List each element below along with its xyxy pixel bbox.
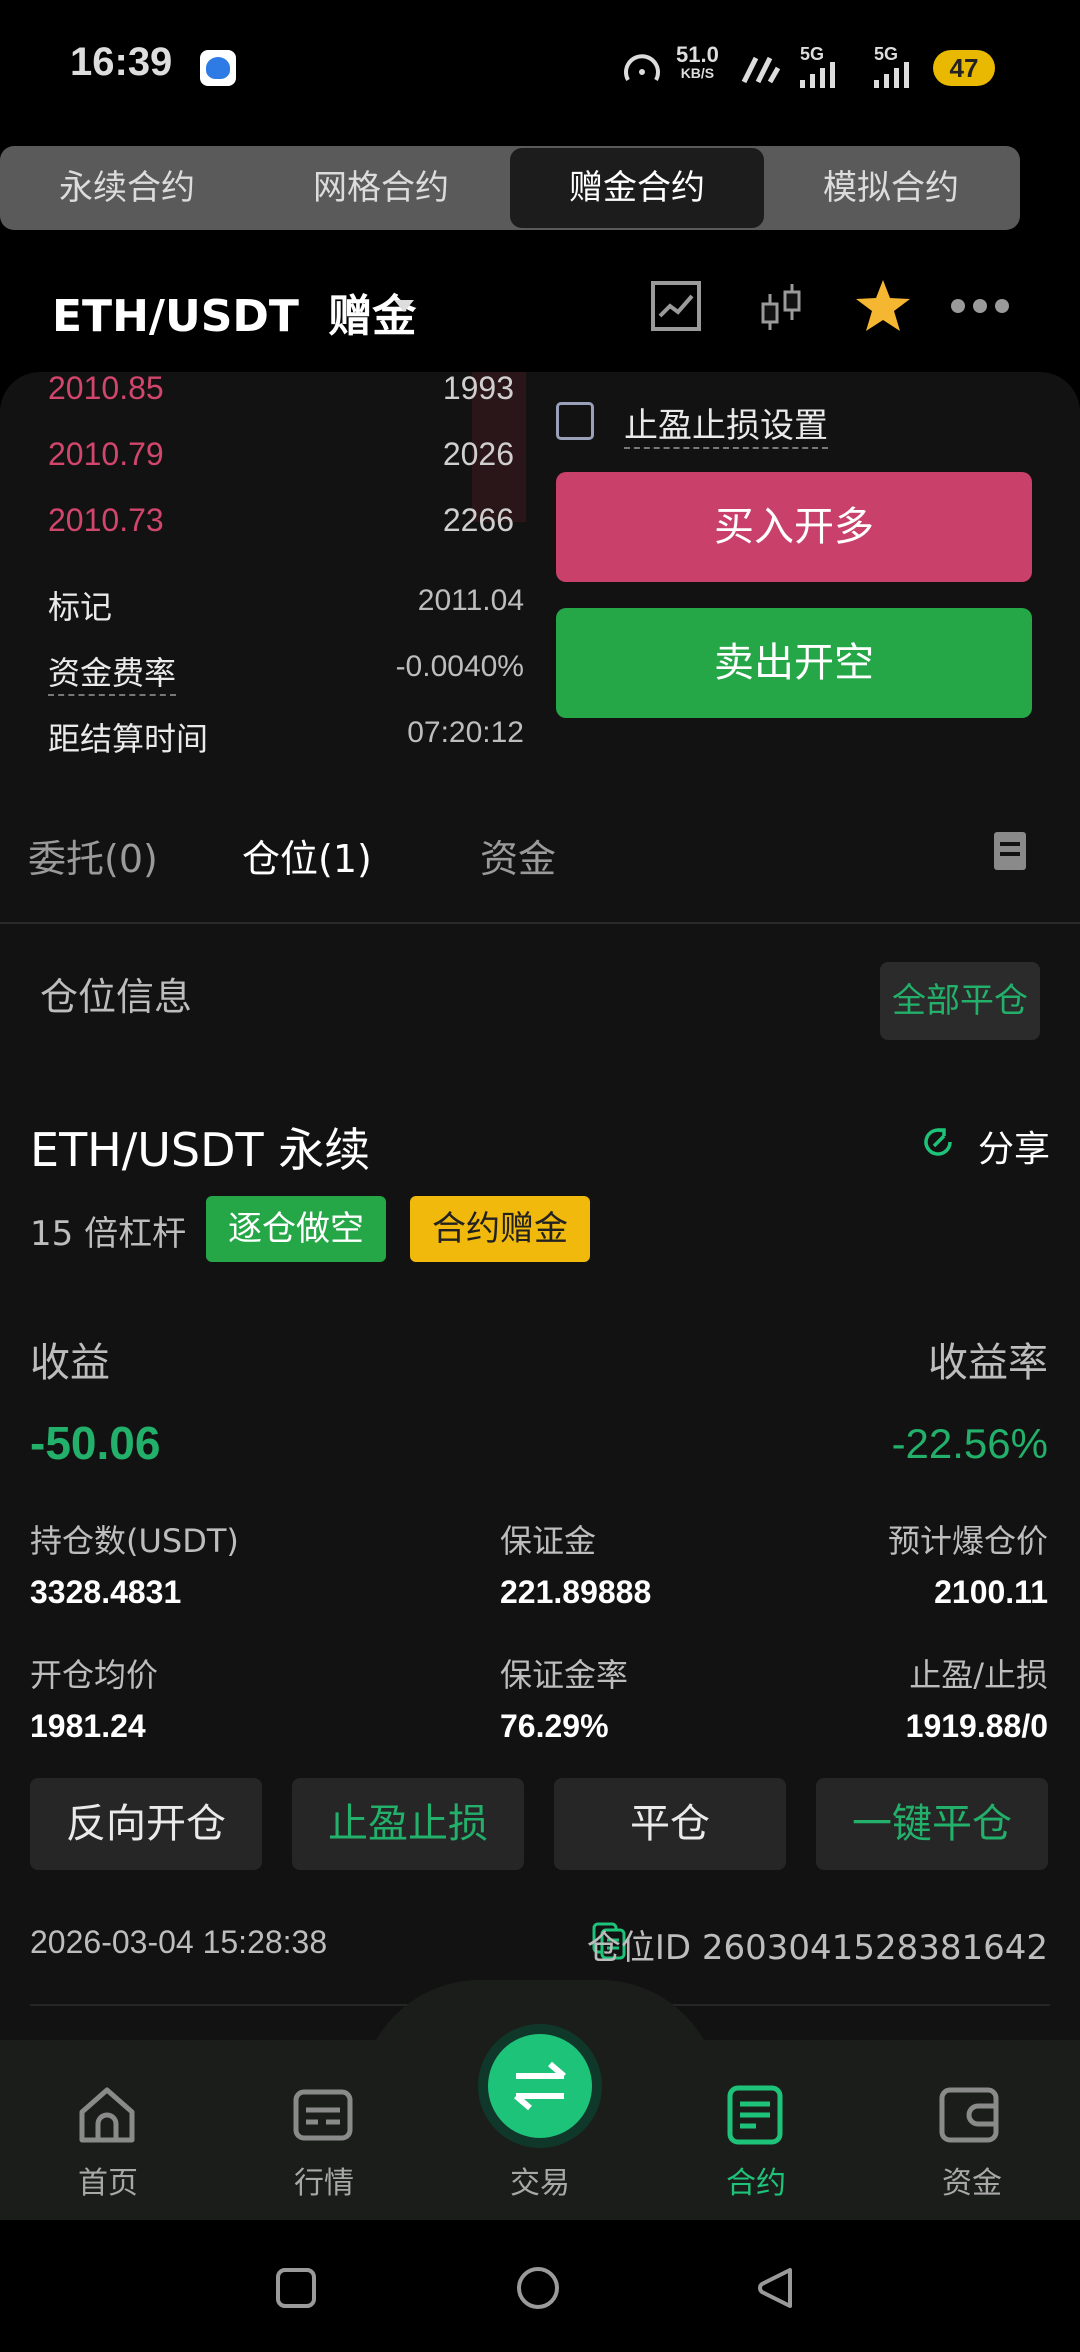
tab-grid[interactable]: 网格合约 <box>254 146 508 230</box>
pnl-value: -50.06 <box>30 1417 161 1469</box>
more-icon[interactable] <box>948 296 1012 316</box>
tab-perpetual[interactable]: 永续合约 <box>0 146 254 230</box>
close-all-button[interactable]: 全部平仓 <box>880 962 1040 1040</box>
margin-label: 保证金 <box>500 1522 597 1560</box>
position-title: ETH/USDT 永续 <box>30 1123 371 1177</box>
ask-qty: 2026 <box>442 436 514 472</box>
home-circle-icon[interactable] <box>514 2264 562 2312</box>
ask-qty: 1993 <box>442 370 514 406</box>
mark-price-label: 标记 <box>48 588 113 626</box>
contract-icon[interactable] <box>724 2084 786 2146</box>
pair-name: ETH/USDT <box>52 291 299 342</box>
signal-1-icon <box>800 62 835 88</box>
nav-assets[interactable]: 资金 <box>902 2158 1042 2202</box>
star-icon[interactable] <box>854 278 912 334</box>
liq-price-label: 预计爆仓价 <box>887 1522 1048 1560</box>
entry-price-label: 开仓均价 <box>30 1656 159 1694</box>
wallet-icon[interactable] <box>938 2084 1000 2146</box>
share-button[interactable]: 分享 <box>978 1120 1050 1172</box>
nav-home[interactable]: 首页 <box>38 2158 178 2202</box>
signal-2-icon <box>874 62 909 88</box>
isolated-short-badge: 逐仓做空 <box>206 1196 386 1262</box>
back-icon[interactable] <box>754 2264 798 2312</box>
roe-value: -22.56% <box>891 1420 1048 1467</box>
status-bar: 16:39 51.0 KB/S 5G 5G 47 <box>0 0 1080 140</box>
tpsl-label: 止盈/止损 <box>909 1656 1048 1694</box>
battery-indicator: 47 <box>933 50 995 86</box>
funding-rate-value: -0.0040% <box>395 650 524 683</box>
liq-price-value: 2100.11 <box>934 1574 1048 1610</box>
mark-price-value: 2011.04 <box>417 584 524 617</box>
status-time: 16:39 <box>70 40 173 84</box>
margin-ratio-label: 保证金率 <box>500 1656 629 1694</box>
swap-icon <box>514 2061 566 2111</box>
tpsl-value: 1919.88/0 <box>905 1708 1048 1744</box>
position-id: 仓位ID 2603041528381642 <box>586 1928 1048 1968</box>
size-label: 持仓数(USDT) <box>30 1522 239 1560</box>
chevron-down-icon <box>394 300 414 312</box>
ask-price[interactable]: 2010.73 <box>48 502 164 539</box>
tpsl-setting-label[interactable]: 止盈止损设置 <box>624 398 828 449</box>
funding-rate-label[interactable]: 资金费率 <box>48 648 177 696</box>
pnl-label: 收益 <box>30 1340 110 1386</box>
one-click-close-button[interactable]: 一键平仓 <box>816 1778 1048 1870</box>
entry-price-value: 1981.24 <box>30 1708 146 1744</box>
tab-positions[interactable]: 仓位(1) <box>242 828 372 883</box>
bonus-badge: 合约赠金 <box>410 1196 590 1262</box>
buy-long-button[interactable]: 买入开多 <box>556 472 1032 582</box>
tab-assets[interactable]: 资金 <box>480 828 556 883</box>
nav-market[interactable]: 行情 <box>254 2158 394 2202</box>
tab-demo[interactable]: 模拟合约 <box>764 146 1018 230</box>
pair-mode: 赠金 <box>328 291 417 342</box>
settle-time-value: 07:20:12 <box>407 716 524 749</box>
net-speed: 51.0 KB/S <box>676 42 719 81</box>
home-icon[interactable] <box>76 2084 138 2146</box>
share-icon[interactable] <box>920 1124 956 1160</box>
nav-trade[interactable]: 交易 <box>470 2158 610 2202</box>
leverage-label: 15 倍杠杆 <box>30 1214 187 1254</box>
positions-section-title: 仓位信息 <box>40 975 193 1019</box>
market-icon[interactable] <box>292 2084 354 2146</box>
wifi-slash-icon <box>741 56 781 84</box>
opened-time: 2026-03-04 15:28:38 <box>30 1924 328 1960</box>
candlestick-icon[interactable] <box>756 280 808 336</box>
tab-bonus[interactable]: 赠金合约 <box>510 148 764 228</box>
divider <box>0 922 1080 924</box>
tab-orders[interactable]: 委托(0) <box>28 828 158 883</box>
nav-contract[interactable]: 合约 <box>686 2158 826 2202</box>
margin-ratio-value: 76.29% <box>500 1708 609 1744</box>
contract-type-tabs: 永续合约 网格合约 赠金合约 模拟合约 <box>0 146 1020 230</box>
close-position-button[interactable]: 平仓 <box>554 1778 786 1870</box>
ask-qty: 2266 <box>442 502 514 538</box>
recents-icon[interactable] <box>274 2266 318 2310</box>
alarm-icon <box>624 54 660 81</box>
tpsl-button[interactable]: 止盈止损 <box>292 1778 524 1870</box>
margin-value: 221.89888 <box>500 1574 652 1610</box>
app-notification-icon <box>200 50 236 86</box>
reverse-position-button[interactable]: 反向开仓 <box>30 1778 262 1870</box>
size-value: 3328.4831 <box>30 1574 182 1610</box>
pair-selector[interactable]: ETH/USDT 赠金 <box>52 280 416 344</box>
chart-icon[interactable] <box>650 280 702 332</box>
settle-time-label: 距结算时间 <box>48 720 209 758</box>
sell-short-button[interactable]: 卖出开空 <box>556 608 1032 718</box>
roe-label: 收益率 <box>928 1340 1048 1386</box>
document-icon[interactable] <box>992 830 1028 872</box>
tpsl-checkbox[interactable] <box>556 402 594 440</box>
ask-price[interactable]: 2010.85 <box>48 370 164 407</box>
ask-price[interactable]: 2010.79 <box>48 436 164 473</box>
